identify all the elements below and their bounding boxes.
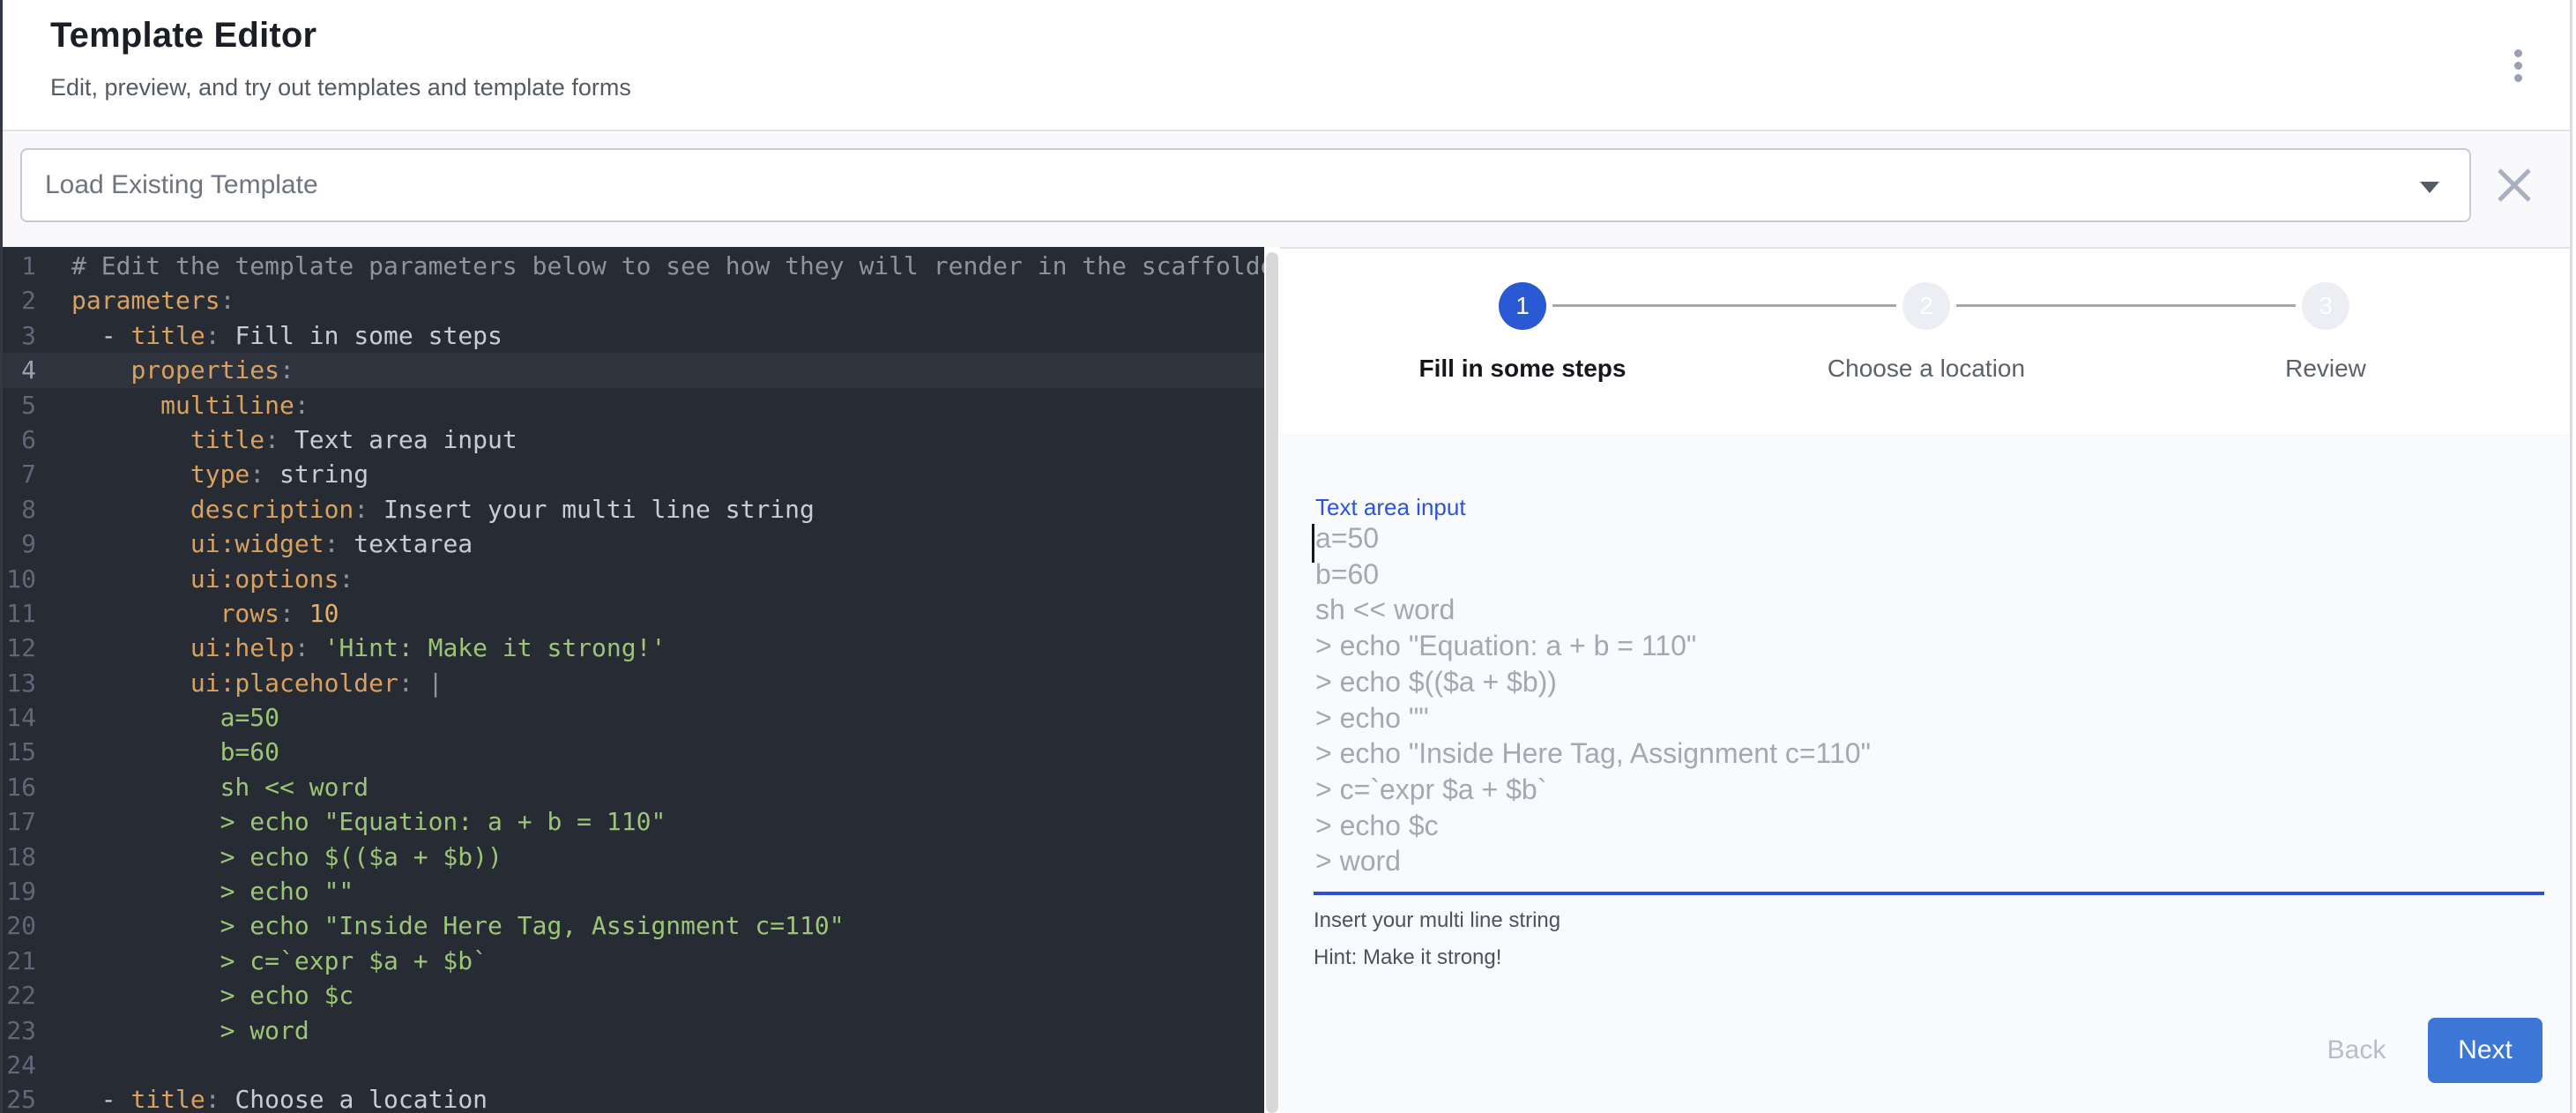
step-label: Choose a location bbox=[1732, 355, 2120, 383]
editor-line: 6 title: Text area input bbox=[3, 422, 1264, 457]
page-title: Template Editor bbox=[50, 16, 316, 56]
editor-line: 2parameters: bbox=[3, 283, 1264, 317]
line-number: 15 bbox=[3, 735, 52, 769]
editor-line: 18 > echo $(($a + $b)) bbox=[3, 840, 1264, 874]
line-number: 16 bbox=[3, 770, 52, 804]
editor-line: 19 > echo "" bbox=[3, 874, 1264, 908]
editor-line: 17 > echo "Equation: a + b = 110" bbox=[3, 804, 1264, 839]
editor-line: 1# Edit the template parameters below to… bbox=[3, 249, 1264, 283]
textarea-placeholder-line: b=60 bbox=[1315, 556, 1379, 592]
template-loader-section: Load Existing Template bbox=[3, 133, 2570, 247]
line-number: 21 bbox=[3, 944, 52, 978]
next-button[interactable]: Next bbox=[2428, 1018, 2542, 1083]
select-placeholder: Load Existing Template bbox=[45, 150, 318, 220]
line-number: 3 bbox=[3, 318, 52, 353]
textarea-placeholder-line: > echo "Inside Here Tag, Assignment c=11… bbox=[1315, 736, 1871, 771]
line-number: 1 bbox=[3, 249, 52, 283]
textarea-placeholder-line: > c=`expr $a + $b` bbox=[1315, 772, 1546, 807]
editor-line: 20 > echo "Inside Here Tag, Assignment c… bbox=[3, 908, 1264, 943]
line-number: 19 bbox=[3, 874, 52, 908]
textarea-placeholder-line: > echo $c bbox=[1315, 808, 1439, 843]
textarea-placeholder-line: sh << word bbox=[1315, 592, 1455, 627]
line-number: 10 bbox=[3, 562, 52, 596]
line-number: 22 bbox=[3, 978, 52, 1012]
line-number: 13 bbox=[3, 666, 52, 700]
back-button[interactable]: Back bbox=[2290, 1025, 2423, 1076]
step-connector-line bbox=[1956, 304, 2296, 307]
editor-scrollbar-thumb[interactable] bbox=[1266, 252, 1278, 1113]
editor-line: 3 - title: Fill in some steps bbox=[3, 318, 1264, 353]
textarea-focus-underline bbox=[1314, 892, 2544, 895]
line-number: 8 bbox=[3, 492, 52, 527]
editor-line: 25 - title: Choose a location bbox=[3, 1082, 1264, 1113]
textarea-placeholder-line: > echo $(($a + $b)) bbox=[1315, 664, 1557, 699]
editor-line: 23 > word bbox=[3, 1013, 1264, 1048]
line-number: 7 bbox=[3, 457, 52, 491]
line-number: 25 bbox=[3, 1082, 52, 1113]
more-options-icon[interactable] bbox=[2505, 41, 2531, 95]
template-editor-page: Template Editor Edit, preview, and try o… bbox=[0, 0, 2576, 1113]
header: Template Editor Edit, preview, and try o… bbox=[3, 0, 2570, 131]
editor-line: 14 a=50 bbox=[3, 700, 1264, 735]
line-number: 24 bbox=[3, 1048, 52, 1082]
step-indicator-2: 2 bbox=[1902, 282, 1950, 330]
line-number: 17 bbox=[3, 804, 52, 839]
load-existing-template-select[interactable]: Load Existing Template bbox=[20, 148, 2471, 222]
step-label: Fill in some steps bbox=[1329, 355, 1716, 383]
close-icon[interactable] bbox=[2492, 163, 2536, 207]
textarea-placeholder-line: > echo "Equation: a + b = 110" bbox=[1315, 628, 1696, 663]
textarea-input[interactable]: a=50b=60sh << word> echo "Equation: a + … bbox=[1312, 520, 2546, 891]
form-preview-panel: 1 Fill in some steps 2 Choose a location 3 Re… bbox=[1280, 247, 2571, 1113]
editor-line: 9 ui:widget: textarea bbox=[3, 527, 1264, 561]
step-indicator-3: 3 bbox=[2302, 282, 2349, 330]
editor-line: 10 ui:options: bbox=[3, 562, 1264, 596]
editor-scrollbar bbox=[1264, 247, 1280, 1113]
textarea-placeholder-line: > echo "" bbox=[1315, 700, 1429, 736]
line-number: 14 bbox=[3, 700, 52, 735]
line-number: 9 bbox=[3, 527, 52, 561]
line-number: 6 bbox=[3, 422, 52, 457]
line-number: 23 bbox=[3, 1013, 52, 1048]
caret-down-icon bbox=[2420, 182, 2439, 193]
editor-line: 7 type: string bbox=[3, 457, 1264, 491]
yaml-code-editor[interactable]: 1# Edit the template parameters below to… bbox=[3, 247, 1264, 1113]
editor-line: 15 b=60 bbox=[3, 735, 1264, 769]
page-subtitle: Edit, preview, and try out templates and… bbox=[50, 74, 631, 101]
line-number: 5 bbox=[3, 388, 52, 422]
line-number: 12 bbox=[3, 631, 52, 665]
editor-line: 12 ui:help: 'Hint: Make it strong!' bbox=[3, 631, 1264, 665]
editor-line: 22 > echo $c bbox=[3, 978, 1264, 1012]
line-number: 18 bbox=[3, 840, 52, 874]
step-connector-line bbox=[1552, 304, 1896, 307]
line-number: 4 bbox=[3, 353, 52, 387]
editor-line: 4 properties: bbox=[3, 353, 1264, 387]
line-number: 11 bbox=[3, 596, 52, 631]
editor-line: 8 description: Insert your multi line st… bbox=[3, 492, 1264, 527]
editor-line: 13 ui:placeholder: | bbox=[3, 666, 1264, 700]
textarea-placeholder-line: a=50 bbox=[1315, 520, 1379, 556]
textarea-field-label: Text area input bbox=[1315, 494, 1466, 521]
editor-line: 11 rows: 10 bbox=[3, 596, 1264, 631]
right-edge-divider bbox=[2570, 0, 2572, 1113]
field-description: Insert your multi line string bbox=[1314, 908, 1560, 933]
step-label: Review bbox=[2132, 355, 2520, 383]
field-help-text: Hint: Make it strong! bbox=[1314, 945, 1501, 970]
textarea-placeholder-line: > word bbox=[1315, 843, 1401, 878]
line-number: 2 bbox=[3, 283, 52, 317]
step-indicator-1: 1 bbox=[1499, 282, 1546, 330]
editor-line: 5 multiline: bbox=[3, 388, 1264, 422]
editor-line: 16 sh << word bbox=[3, 770, 1264, 804]
editor-line: 21 > c=`expr $a + $b` bbox=[3, 944, 1264, 978]
line-number: 20 bbox=[3, 908, 52, 943]
text-cursor bbox=[1312, 524, 1314, 563]
editor-line: 24 bbox=[3, 1048, 1264, 1082]
